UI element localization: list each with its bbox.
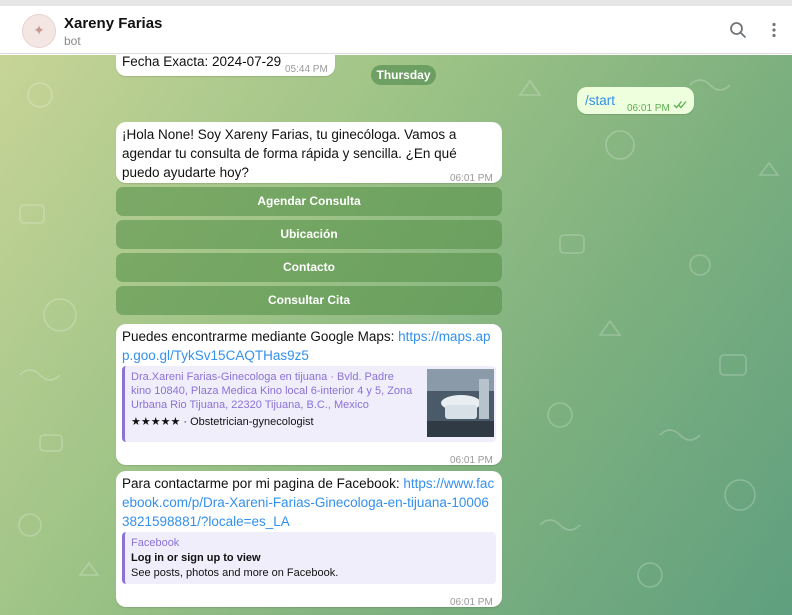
maps-link-preview[interactable]: Dra.Xareni Farias-Ginecologa en tijuana … bbox=[122, 366, 496, 442]
outgoing-message-time: 06:01 PM bbox=[627, 103, 670, 114]
facebook-message-text: Para contactarme por mi pagina de Facebo… bbox=[122, 476, 404, 491]
bot-avatar[interactable]: ✦ bbox=[22, 14, 56, 48]
facebook-message-body: Para contactarme por mi pagina de Facebo… bbox=[122, 474, 496, 531]
keyboard-button-agendar-consulta[interactable]: Agendar Consulta bbox=[116, 187, 502, 216]
more-vertical-icon[interactable] bbox=[764, 20, 784, 40]
greeting-message-bubble: ¡Hola None! Soy Xareny Farias, tu ginecó… bbox=[116, 122, 502, 184]
facebook-preview-text: See posts, photos and more on Facebook. bbox=[131, 567, 339, 579]
clinic-photo-thumbnail[interactable] bbox=[427, 369, 494, 437]
greeting-message-time: 06:01 PM bbox=[450, 173, 493, 184]
search-icon[interactable] bbox=[728, 20, 748, 40]
chat-subtitle: bot bbox=[64, 34, 81, 48]
maps-message-text: Puedes encontrarme mediante Google Maps: bbox=[122, 329, 399, 344]
facebook-preview-site: Facebook bbox=[131, 537, 180, 549]
prev-message-bubble: Fecha Exacta: 2024-07-29 05:44 PM bbox=[116, 55, 335, 76]
facebook-preview-title: Log in or sign up to view bbox=[131, 552, 261, 564]
outgoing-message-bubble: /start 06:01 PM bbox=[577, 87, 694, 114]
keyboard-button-contacto[interactable]: Contacto bbox=[116, 253, 502, 282]
maps-preview-rating: ★★★★★ · Obstetrician-gynecologist bbox=[131, 416, 314, 428]
prev-message-time: 05:44 PM bbox=[285, 64, 328, 75]
greeting-message-text: ¡Hola None! Soy Xareny Farias, tu ginecó… bbox=[122, 127, 457, 180]
maps-message-body: Puedes encontrarme mediante Google Maps:… bbox=[122, 327, 496, 365]
start-command-link[interactable]: /start bbox=[585, 91, 615, 110]
facebook-message-time: 06:01 PM bbox=[450, 597, 493, 608]
chat-header[interactable]: ✦ Xareny Farias bot bbox=[0, 6, 792, 54]
chat-area[interactable]: Fecha Exacta: 2024-07-29 05:44 PM Thursd… bbox=[0, 55, 792, 615]
chat-title[interactable]: Xareny Farias bbox=[64, 15, 162, 32]
keyboard-button-consultar-cita[interactable]: Consultar Cita bbox=[116, 286, 502, 315]
maps-message-bubble: Puedes encontrarme mediante Google Maps:… bbox=[116, 324, 502, 466]
double-check-icon bbox=[673, 101, 687, 109]
keyboard-button-ubicacion[interactable]: Ubicación bbox=[116, 220, 502, 249]
day-separator: Thursday bbox=[371, 65, 436, 85]
facebook-message-bubble: Para contactarme por mi pagina de Facebo… bbox=[116, 471, 502, 608]
facebook-link-preview[interactable]: Facebook Log in or sign up to view See p… bbox=[122, 532, 496, 584]
prev-message-text: Fecha Exacta: 2024-07-29 bbox=[122, 55, 282, 69]
maps-message-time: 06:01 PM bbox=[450, 455, 493, 466]
maps-preview-site: Dra.Xareni Farias-Ginecologa en tijuana … bbox=[131, 371, 413, 411]
